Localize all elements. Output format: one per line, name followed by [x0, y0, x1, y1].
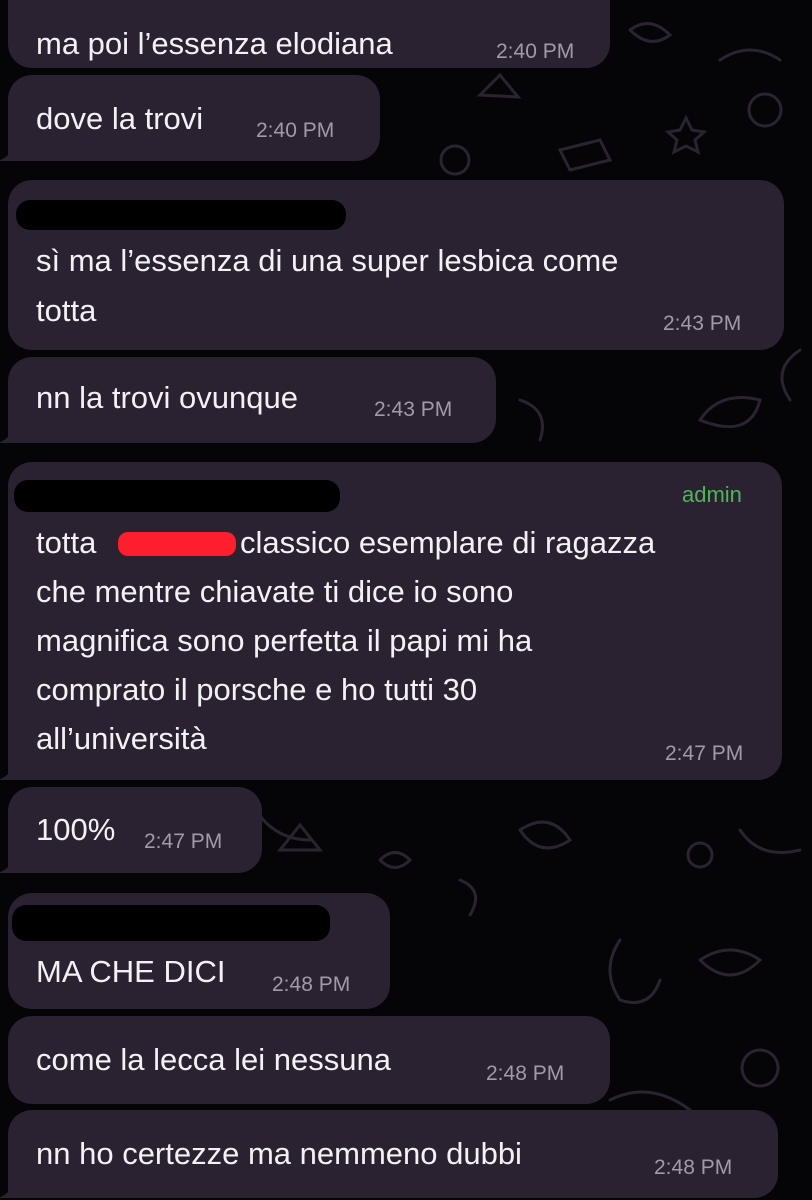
message-time: 2:43 PM [663, 312, 742, 335]
message-text: come la lecca lei nessuna [36, 1042, 391, 1077]
message-text-line: comprato il porsche e ho tutti 30 [36, 672, 478, 707]
redacted-sender-name [14, 480, 340, 512]
message-time: 2:47 PM [665, 742, 744, 765]
message-bubble[interactable]: 100% 2:47 PM [0, 787, 262, 873]
message-text-line: totta [36, 293, 97, 328]
admin-badge: admin [682, 482, 742, 507]
message-text-line: classico esemplare di ragazza [240, 525, 656, 560]
message-bubble[interactable]: admin totta classico esemplare di ragazz… [0, 462, 782, 780]
message-text: nn la trovi ovunque [36, 380, 298, 415]
bubble-tail [0, 855, 16, 873]
message-text: nn ho certezze ma nemmeno dubbi [36, 1136, 522, 1171]
message-text-line: totta [36, 525, 97, 560]
message-time: 2:40 PM [496, 40, 575, 63]
message-time: 2:48 PM [654, 1156, 733, 1179]
message-text: dove la trovi [36, 101, 204, 136]
message-time: 2:47 PM [144, 830, 223, 853]
message-text: 100% [36, 812, 116, 847]
message-text-line: all’università [36, 721, 207, 756]
message-text: MA CHE DICI [36, 954, 226, 989]
message-text-line: magnifica sono perfetta il papi mi ha [36, 623, 533, 658]
message-bubble[interactable]: come la lecca lei nessuna 2:48 PM [8, 1016, 610, 1104]
message-bubble[interactable]: MA CHE DICI 2:48 PM [8, 893, 390, 1009]
message-time: 2:48 PM [272, 973, 351, 996]
message-time: 2:40 PM [256, 119, 335, 142]
bubble-tail [0, 425, 16, 443]
message-bubble[interactable]: nn ho certezze ma nemmeno dubbi 2:48 PM [0, 1110, 778, 1198]
bubble-tail [0, 143, 16, 161]
bubble-tail [0, 1180, 16, 1198]
bubble-tail [0, 762, 16, 780]
message-bubble[interactable]: sì ma l’essenza di una super lesbica com… [8, 180, 784, 350]
message-bubble[interactable]: ma poi l’essenza elodiana 2:40 PM [8, 0, 610, 68]
message-time: 2:43 PM [374, 398, 453, 421]
message-text-line: che mentre chiavate ti dice io sono [36, 574, 514, 609]
message-text: ma poi l’essenza elodiana [36, 26, 393, 61]
redacted-sender-name [16, 200, 346, 230]
message-bubble[interactable]: dove la trovi 2:40 PM [0, 75, 380, 161]
redacted-sender-name [12, 905, 330, 941]
message-time: 2:48 PM [486, 1062, 565, 1085]
message-bubble[interactable]: nn la trovi ovunque 2:43 PM [0, 357, 496, 443]
redacted-name-mark [118, 532, 236, 556]
message-text-line: sì ma l’essenza di una super lesbica com… [36, 243, 619, 278]
